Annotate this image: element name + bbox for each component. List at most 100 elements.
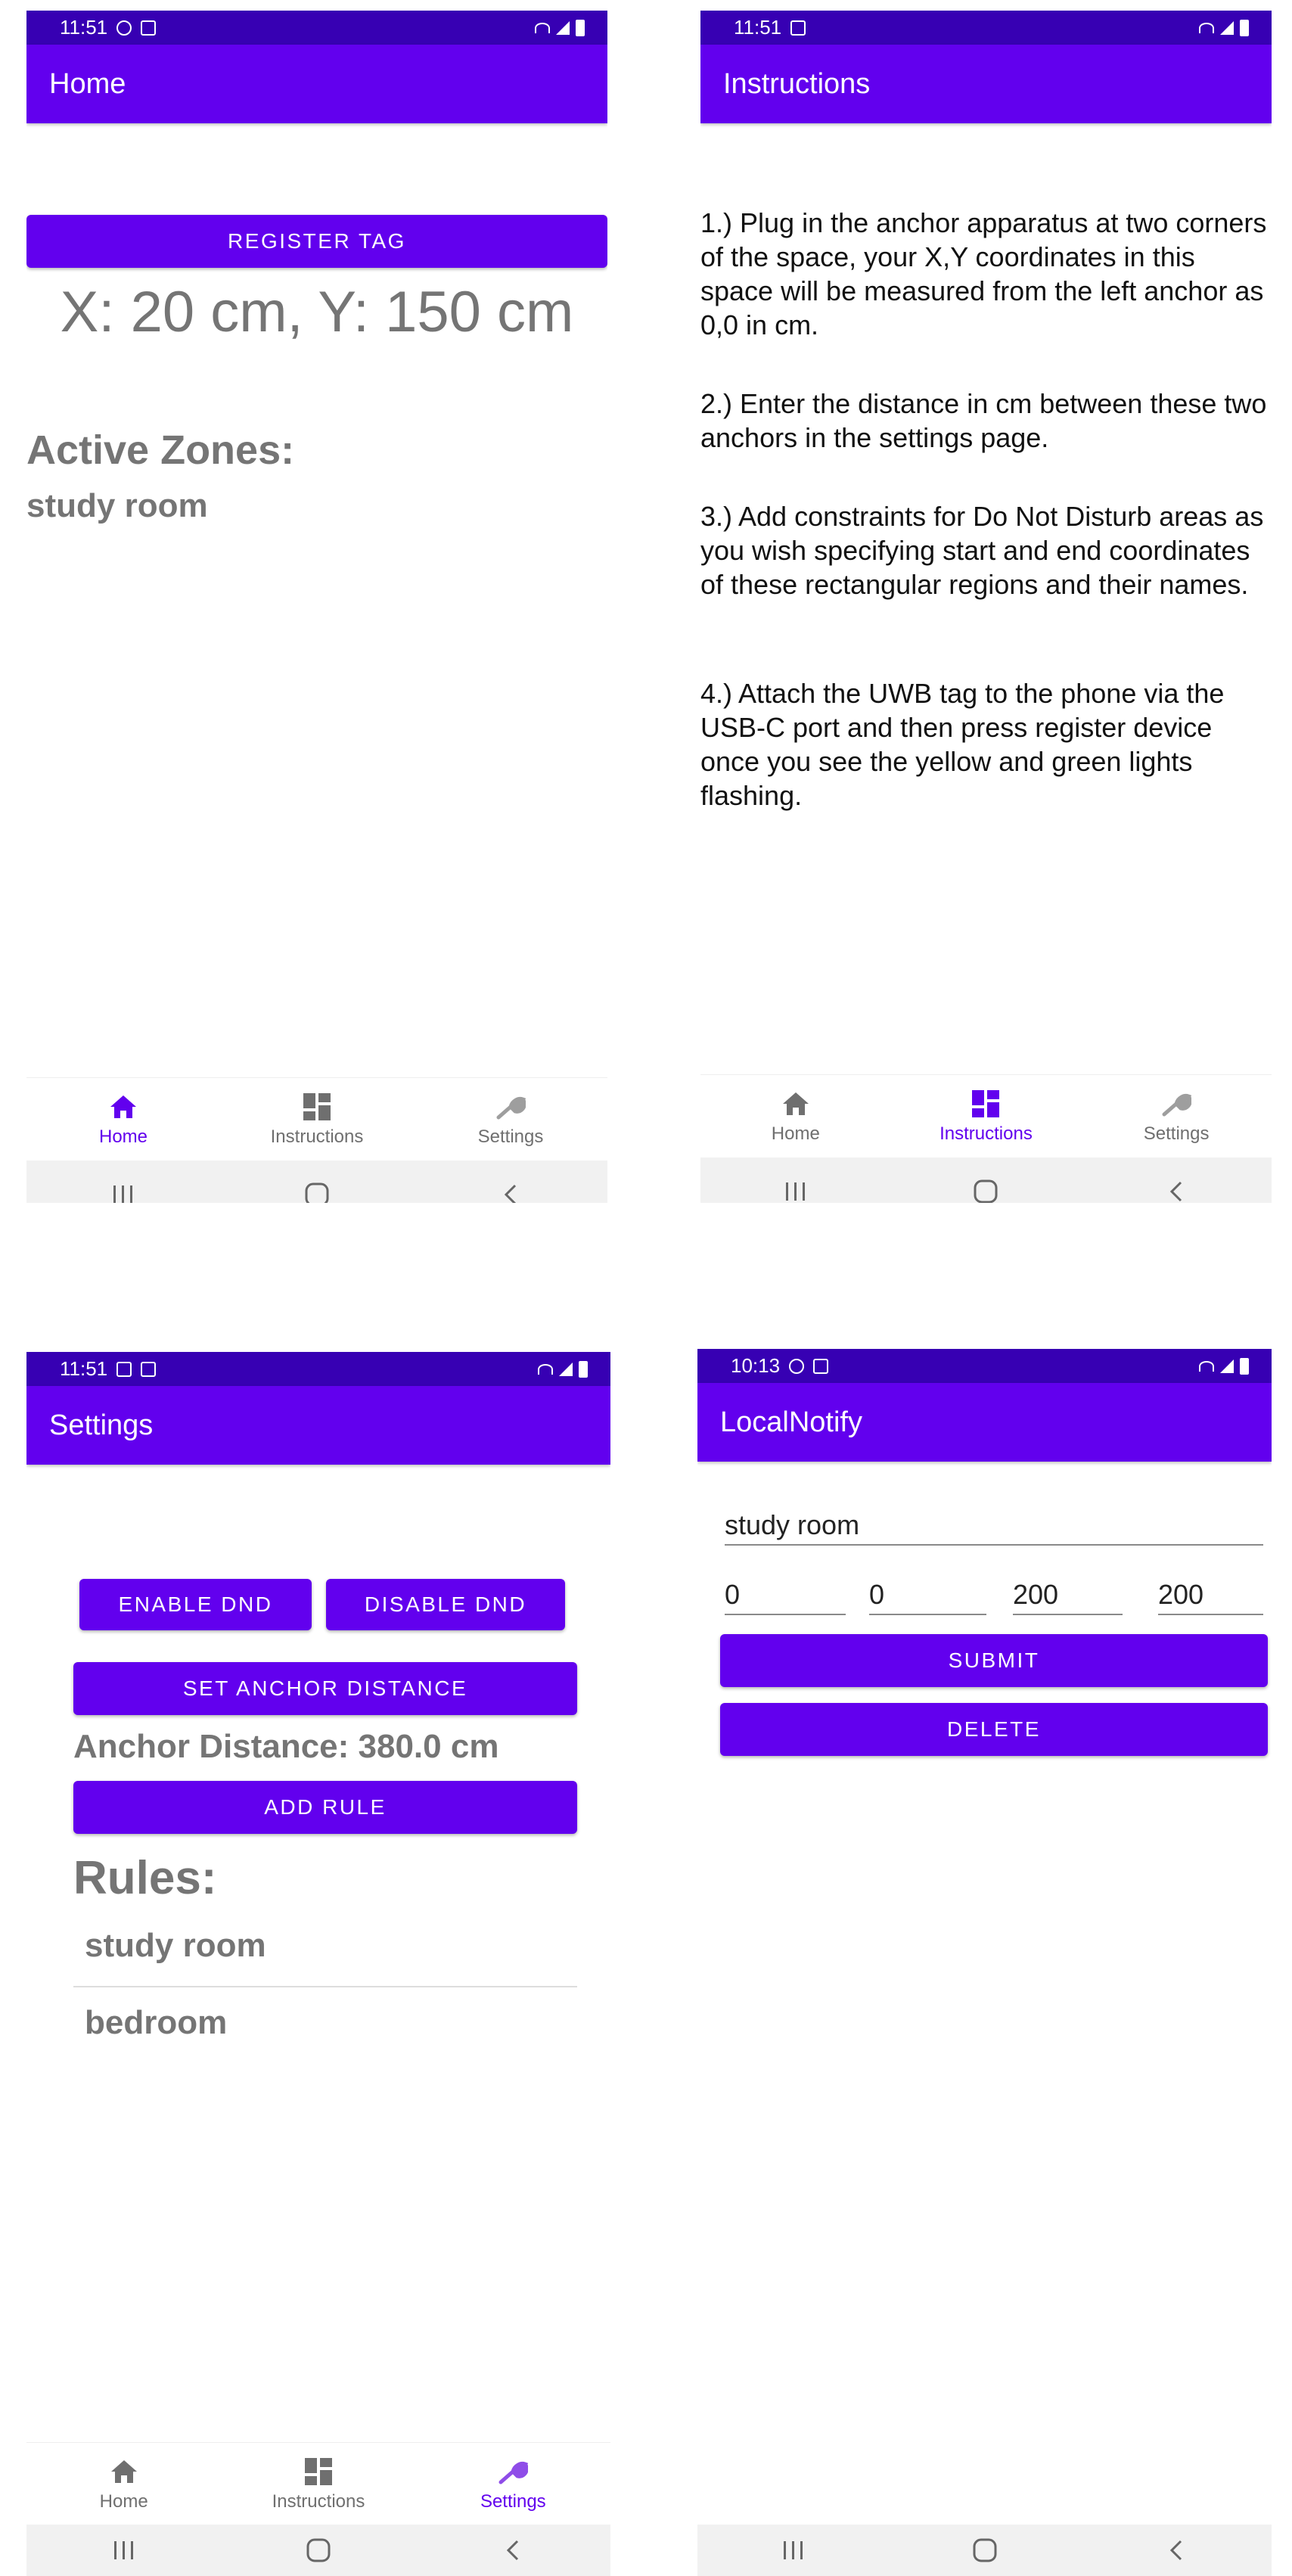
bottom-navigation: Home Instructions Settings bbox=[26, 1077, 607, 1161]
sync-status-icon bbox=[789, 1358, 805, 1374]
signal-icon bbox=[1220, 1359, 1234, 1373]
image-status-icon bbox=[116, 1361, 132, 1377]
nav-instructions-label: Instructions bbox=[939, 1123, 1033, 1144]
add-rule-button[interactable]: ADD RULE bbox=[73, 1781, 577, 1834]
nav-settings[interactable]: Settings bbox=[415, 1092, 606, 1148]
nav-home-label: Home bbox=[99, 2491, 148, 2512]
app-bar: LocalNotify bbox=[697, 1383, 1272, 1462]
end-x-field[interactable]: 200 bbox=[1013, 1568, 1123, 1615]
rules-heading: Rules: bbox=[73, 1852, 217, 1904]
nav-home-label: Home bbox=[98, 1126, 148, 1147]
home-circle-icon[interactable] bbox=[296, 2528, 341, 2573]
system-navigation bbox=[26, 1161, 607, 1203]
start-y-value: 0 bbox=[869, 1579, 885, 1610]
nav-instructions[interactable]: Instructions bbox=[892, 1089, 1080, 1145]
nav-home[interactable]: Home bbox=[701, 1089, 890, 1145]
rule-item[interactable]: study room bbox=[85, 1927, 266, 1965]
app-bar: Home bbox=[26, 45, 607, 123]
back-icon[interactable] bbox=[490, 2528, 536, 2573]
status-time: 11:51 bbox=[734, 16, 782, 39]
app-bar: Settings bbox=[26, 1386, 610, 1465]
start-y-field[interactable]: 0 bbox=[869, 1568, 986, 1615]
system-navigation bbox=[700, 1157, 1272, 1203]
nav-instructions[interactable]: Instructions bbox=[221, 1092, 412, 1148]
active-zone-item: study room bbox=[26, 487, 208, 524]
wrench-icon bbox=[498, 2456, 529, 2487]
wrench-icon bbox=[495, 1092, 526, 1122]
dnd-status-icon bbox=[116, 20, 132, 36]
app-title: Instructions bbox=[723, 67, 871, 100]
status-time: 11:51 bbox=[60, 16, 108, 39]
nav-home-label: Home bbox=[771, 1123, 820, 1144]
submit-button[interactable]: SUBMIT bbox=[720, 1634, 1268, 1687]
home-circle-icon[interactable] bbox=[294, 1172, 340, 1203]
notification-status-icon bbox=[813, 1358, 829, 1374]
app-title: LocalNotify bbox=[720, 1406, 862, 1438]
recents-icon[interactable] bbox=[771, 2528, 816, 2573]
wifi-icon bbox=[1199, 22, 1214, 33]
app-bar: Instructions bbox=[700, 45, 1272, 123]
notification-status-icon bbox=[141, 1361, 157, 1377]
wifi-icon bbox=[538, 1363, 553, 1375]
status-bar: 11:51 bbox=[26, 1352, 610, 1386]
recents-icon[interactable] bbox=[101, 2528, 147, 2573]
rule-name-field[interactable]: study room bbox=[725, 1500, 1263, 1546]
dashboard-icon bbox=[303, 2456, 334, 2487]
status-time: 11:51 bbox=[60, 1357, 108, 1380]
battery-icon bbox=[1240, 1357, 1249, 1375]
home-circle-icon[interactable] bbox=[962, 2528, 1008, 2573]
battery-icon bbox=[1240, 19, 1249, 36]
nav-home[interactable]: Home bbox=[27, 2456, 220, 2512]
recents-icon[interactable] bbox=[773, 1169, 818, 1203]
instruction-step-3: 3.) Add constraints for Do Not Disturb a… bbox=[700, 501, 1264, 600]
coordinates-readout: X: 20 cm, Y: 150 cm bbox=[60, 280, 574, 344]
signal-icon bbox=[1220, 20, 1234, 35]
instructions-screen: 11:51 Instructions 1.) Plug in the ancho… bbox=[700, 11, 1272, 1203]
anchor-distance-readout: Anchor Distance: 380.0 cm bbox=[73, 1728, 499, 1765]
back-icon[interactable] bbox=[1154, 2528, 1199, 2573]
nav-settings-label: Settings bbox=[1143, 1123, 1210, 1144]
app-title: Home bbox=[49, 67, 126, 100]
rule-name-value: study room bbox=[725, 1509, 860, 1540]
signal-icon bbox=[556, 20, 570, 35]
battery-icon bbox=[579, 1360, 588, 1378]
signal-icon bbox=[559, 1362, 573, 1376]
home-circle-icon[interactable] bbox=[963, 1169, 1008, 1203]
enable-dnd-button[interactable]: ENABLE DND bbox=[79, 1579, 312, 1630]
register-tag-button[interactable]: REGISTER TAG bbox=[26, 215, 607, 268]
back-icon[interactable] bbox=[1154, 1169, 1199, 1203]
battery-icon bbox=[576, 19, 585, 36]
instruction-step-1: 1.) Plug in the anchor apparatus at two … bbox=[700, 207, 1267, 340]
status-bar: 11:51 bbox=[26, 11, 607, 45]
system-navigation bbox=[697, 2525, 1272, 2576]
end-y-field[interactable]: 200 bbox=[1158, 1568, 1263, 1615]
nav-settings[interactable]: Settings bbox=[417, 2456, 610, 2512]
nav-instructions-label: Instructions bbox=[272, 2491, 365, 2512]
start-x-field[interactable]: 0 bbox=[725, 1568, 846, 1615]
set-anchor-distance-button[interactable]: SET ANCHOR DISTANCE bbox=[73, 1662, 577, 1715]
start-x-value: 0 bbox=[725, 1579, 741, 1610]
home-icon bbox=[781, 1089, 811, 1119]
wifi-icon bbox=[1199, 1360, 1214, 1372]
system-navigation bbox=[26, 2525, 610, 2576]
bottom-navigation: Home Instructions Settings bbox=[700, 1074, 1272, 1158]
end-x-value: 200 bbox=[1013, 1579, 1059, 1610]
instruction-step-4: 4.) Attach the UWB tag to the phone via … bbox=[700, 678, 1225, 811]
status-time: 10:13 bbox=[731, 1354, 781, 1377]
home-screen: 11:51 Home REGISTER TAG X: 20 cm, Y: 150… bbox=[26, 11, 607, 1203]
delete-button[interactable]: DELETE bbox=[720, 1703, 1268, 1756]
nav-settings[interactable]: Settings bbox=[1082, 1089, 1271, 1145]
nav-home[interactable]: Home bbox=[27, 1092, 219, 1148]
nav-settings-label: Settings bbox=[480, 2491, 546, 2512]
nav-settings-label: Settings bbox=[477, 1126, 544, 1147]
home-icon bbox=[109, 2456, 139, 2487]
localnotify-screen: 10:13 LocalNotify study room 0 0 200 200… bbox=[697, 1349, 1272, 2576]
recents-icon[interactable] bbox=[101, 1172, 146, 1203]
nav-instructions-label: Instructions bbox=[270, 1126, 364, 1147]
nav-instructions[interactable]: Instructions bbox=[222, 2456, 415, 2512]
back-icon[interactable] bbox=[488, 1172, 533, 1203]
disable-dnd-button[interactable]: DISABLE DND bbox=[326, 1579, 565, 1630]
app-title: Settings bbox=[49, 1409, 154, 1441]
rule-item[interactable]: bedroom bbox=[85, 2004, 227, 2042]
active-zones-heading: Active Zones: bbox=[26, 427, 295, 473]
